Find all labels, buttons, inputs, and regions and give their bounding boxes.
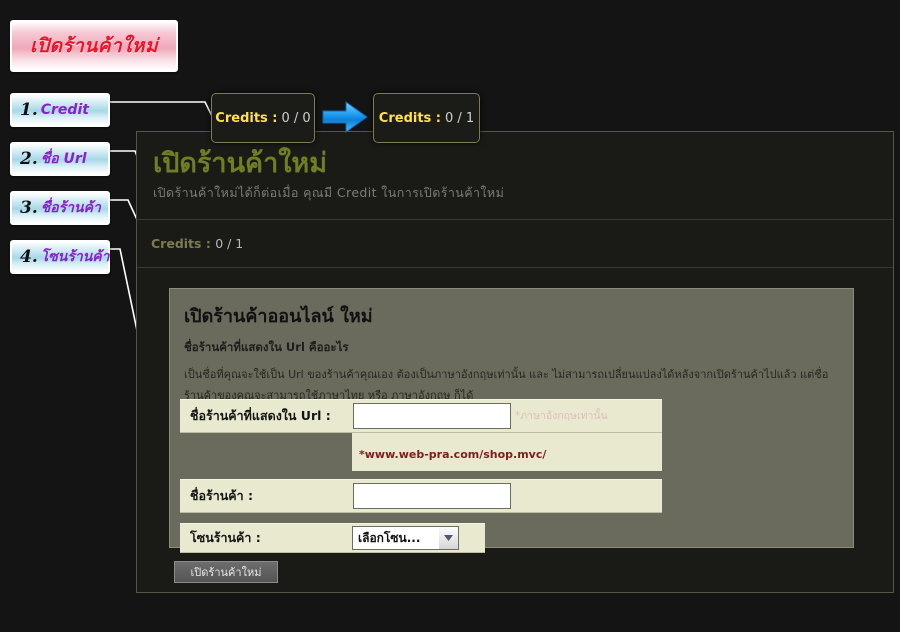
chevron-down-icon[interactable] [439, 526, 459, 550]
credits-after-label: Credits : [378, 110, 442, 126]
annotation-title-text: เปิดร้านค้าใหม่ [30, 35, 158, 57]
annotation-step-3-label: ชื่อร้านค้า [40, 200, 101, 216]
shop-name-label: ชื่อร้านค้า : [190, 488, 254, 503]
divider-bottom [137, 267, 893, 269]
page-title: เปิดร้านค้าใหม่ [153, 148, 328, 179]
open-new-shop-button[interactable]: เปิดร้านค้าใหม่ [174, 561, 278, 583]
url-name-requirement-note: *ภาษาอังกฤษเท่านั้น [515, 410, 608, 422]
annotation-step-4: 4. โซนร้านค้า [10, 240, 110, 274]
annotation-step-4-number: 4. [20, 247, 38, 267]
credits-before-value: 0 / 0 [281, 110, 311, 126]
credits-before-label: Credits : [215, 110, 278, 126]
annotation-step-2-label: ชื่อ Url [40, 151, 87, 167]
credits-badge-before: Credits : 0 / 0 [211, 93, 315, 143]
annotation-step-1-number: 1. [20, 100, 38, 120]
credits-after-value: 0 / 1 [445, 110, 475, 126]
annotation-step-1-label: Credit [40, 102, 89, 118]
annotation-step-3-number: 3. [20, 198, 38, 218]
form-subtitle: ชื่อร้านค้าที่แสดงใน Url คืออะไร [184, 340, 349, 354]
shop-zone-select[interactable]: เลือกโซน... [352, 526, 440, 550]
open-new-shop-button-label: เปิดร้านค้าใหม่ [190, 566, 262, 579]
panel-credits-label: Credits : [151, 236, 211, 252]
shop-zone-label: โซนร้านค้า : [190, 530, 261, 545]
annotation-step-1: 1. Credit [10, 93, 110, 127]
screenshot-stage: เปิดร้านค้าใหม่ 1. Credit 2. ชื่อ Url 3.… [0, 0, 900, 632]
url-hint-text: *www.web-pra.com/shop.mvc/ [359, 448, 547, 461]
url-name-label: ชื่อร้านค้าที่แสดงใน Url : [190, 408, 331, 423]
form-title: เปิดร้านค้าออนไลน์ ใหม่ [184, 306, 373, 327]
panel-credits: Credits : 0 / 1 [137, 220, 893, 251]
annotation-step-4-label: โซนร้านค้า [40, 249, 110, 265]
url-name-input[interactable] [353, 403, 511, 429]
credits-badge-after: Credits : 0 / 1 [373, 93, 480, 143]
page-subtitle: เปิดร้านค้าใหม่ได้ก็ต่อเมื่อ คุณมี Credi… [153, 185, 505, 201]
shop-zone-selected-value: เลือกโซน... [358, 530, 421, 545]
panel-credits-value: 0 / 1 [215, 236, 244, 252]
annotation-step-3: 3. ชื่อร้านค้า [10, 191, 110, 225]
annotation-title-badge: เปิดร้านค้าใหม่ [10, 20, 178, 72]
new-shop-form-card: เปิดร้านค้าออนไลน์ ใหม่ ชื่อร้านค้าที่แส… [169, 288, 854, 553]
shop-name-input[interactable] [353, 483, 511, 509]
right-arrow-icon [320, 98, 370, 136]
annotation-step-2-number: 2. [20, 149, 38, 169]
annotation-step-2: 2. ชื่อ Url [10, 142, 110, 176]
